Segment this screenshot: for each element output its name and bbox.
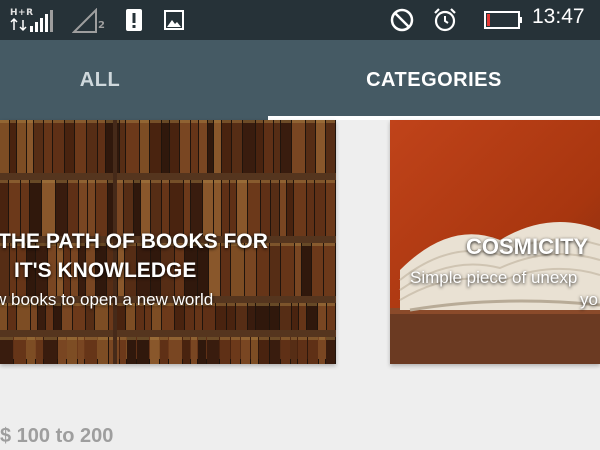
- image-icon: [164, 10, 184, 30]
- card-title-line-2: IT'S KNOWLEDGE: [14, 259, 197, 282]
- card-subtitle-line-2: yo: [580, 290, 598, 309]
- status-bar: H+R 2 13:47: [0, 0, 600, 40]
- alarm-icon: [432, 7, 458, 33]
- tab-categories-label: CATEGORIES: [366, 68, 502, 91]
- card-subtitle: w books to open a new world: [0, 290, 214, 309]
- card-title: COSMICITY: [466, 234, 589, 259]
- do-not-disturb-icon: [390, 8, 414, 32]
- network-type-label: H+R: [10, 8, 34, 18]
- card-title-line-1: THE PATH OF BOOKS FOR: [0, 230, 268, 253]
- category-card-cosmicity[interactable]: COSMICITY Simple piece of unexp yo: [390, 120, 600, 364]
- tab-all-label: ALL: [79, 68, 121, 91]
- tab-categories[interactable]: CATEGORIES: [268, 40, 600, 120]
- signal-empty-icon: 2: [72, 8, 112, 34]
- battery-icon: [484, 10, 524, 30]
- signal-icon: H+R: [8, 8, 64, 34]
- sim-number: 2: [98, 20, 105, 31]
- price-range-heading: $ 100 to 200: [0, 425, 114, 447]
- tab-all[interactable]: ALL: [0, 40, 200, 120]
- clock: 13:47: [532, 5, 585, 28]
- card-subtitle-line-1: Simple piece of unexp: [410, 268, 578, 287]
- category-card-books[interactable]: THE PATH OF BOOKS FOR IT'S KNOWLEDGE w b…: [0, 120, 336, 364]
- tab-bar: ALL CATEGORIES: [0, 40, 600, 120]
- alert-icon: [126, 7, 142, 33]
